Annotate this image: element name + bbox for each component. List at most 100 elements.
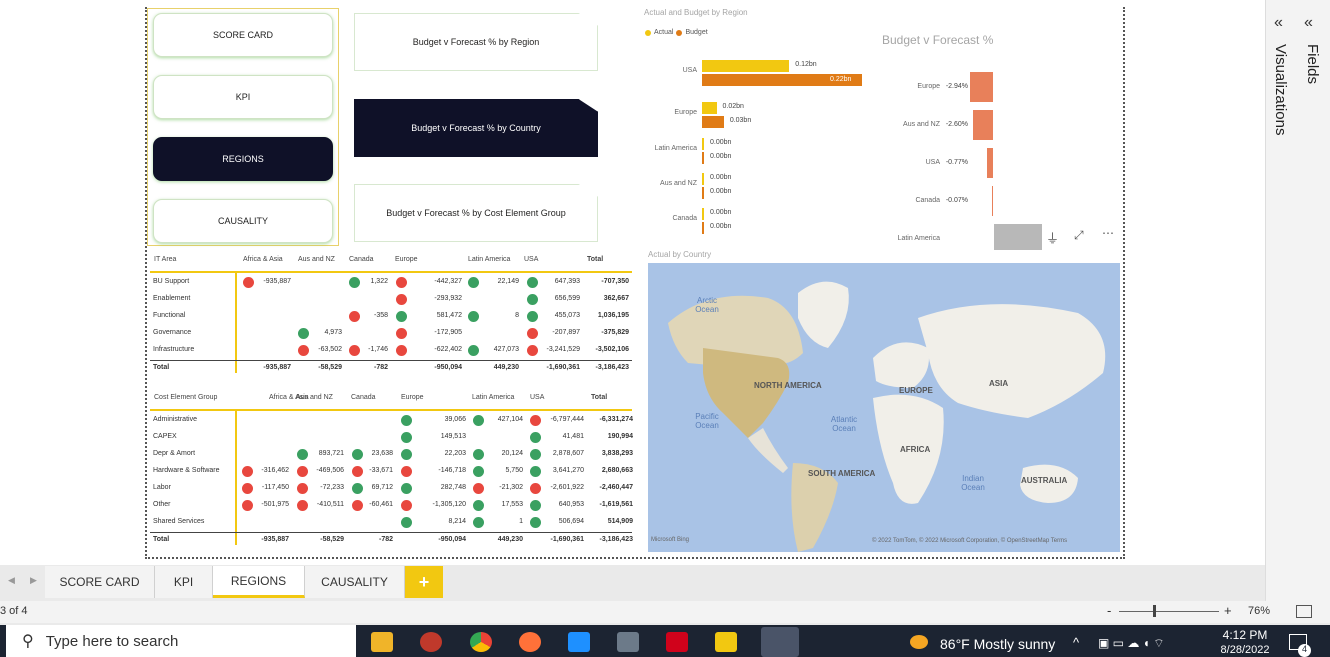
matrix-row[interactable]: Governance 4,973 -172,905 -207,897 -375,829 xyxy=(150,326,632,343)
page-country-button[interactable]: Budget v Forecast % by Country xyxy=(354,99,598,157)
matrix-row[interactable]: Hardware & Software -316,462 -469,506 -33,6… xyxy=(150,464,633,481)
pct-bar[interactable] xyxy=(986,148,993,178)
collapse-visualizations-icon[interactable]: « xyxy=(1274,14,1283,32)
matrix-cell: 449,230 xyxy=(497,536,523,543)
nav-kpi-button[interactable]: KPI xyxy=(153,75,333,119)
budget-bar[interactable] xyxy=(702,116,724,128)
acrobat-icon[interactable] xyxy=(666,632,688,652)
tab-kpi[interactable]: KPI xyxy=(155,566,213,598)
matrix-row[interactable]: Administrative 39,066 427,104 -6,797,444 -6,… xyxy=(150,413,633,430)
visualizations-pane-label[interactable]: Visualizations xyxy=(1272,44,1289,135)
legend-actual-marker xyxy=(645,29,651,36)
matrix-column-header[interactable]: Europe xyxy=(395,256,418,263)
matrix-column-header[interactable]: Latin America xyxy=(468,256,510,263)
tray-chevron-icon[interactable]: ^ xyxy=(1073,635,1079,650)
pct-bar[interactable] xyxy=(972,110,993,140)
matrix-column-header[interactable]: Canada xyxy=(349,256,374,263)
focus-mode-icon[interactable]: ⤢ xyxy=(1074,228,1084,243)
matrix-row[interactable]: BU Support -935,887 1,322 -442,327 22,149 647… xyxy=(150,275,632,292)
matrix-column-header[interactable]: Total xyxy=(587,256,603,263)
tab-regions[interactable]: REGIONS xyxy=(213,566,305,598)
bar-category-label: Latin America xyxy=(654,145,697,152)
matrix-column-header[interactable]: Cost Element Group xyxy=(154,394,217,401)
nav-causality-button[interactable]: CAUSALITY xyxy=(153,199,333,243)
matrix-column-header[interactable]: Latin America xyxy=(472,394,514,401)
cost-element-matrix[interactable]: Cost Element Group Africa & Asia Aus and N… xyxy=(150,391,635,549)
actual-bar[interactable] xyxy=(702,173,704,185)
it-area-matrix[interactable]: IT Area Africa & Asia Aus and NZ Canada Euro… xyxy=(150,253,635,377)
actual-bar[interactable] xyxy=(702,208,704,220)
taskbar-search-box[interactable]: ⚲ Type here to search xyxy=(6,625,356,657)
bar-category-label: Europe xyxy=(674,109,697,116)
matrix-cell: -60,461 xyxy=(369,501,393,508)
filter-icon[interactable]: ⏚ xyxy=(1046,228,1059,247)
matrix-column-header[interactable]: IT Area xyxy=(154,256,176,263)
pct-bar[interactable] xyxy=(992,186,993,216)
tab-scroll-right-icon[interactable]: ▶ xyxy=(30,575,37,586)
matrix-row[interactable]: CAPEX 149,513 41,481 190,994 xyxy=(150,430,633,447)
page-cost-element-button[interactable]: Budget v Forecast % by Cost Element Grou… xyxy=(354,184,598,242)
actual-bar[interactable] xyxy=(702,102,717,114)
matrix-column-header[interactable]: Aus and NZ xyxy=(298,256,335,263)
nav-scorecard-button[interactable]: SCORE CARD xyxy=(153,13,333,57)
clock-time[interactable]: 4:12 PM xyxy=(1218,628,1272,642)
tray-icons[interactable]: ▣ ▭ ☁ ◖ ⌔ xyxy=(1098,636,1165,651)
tab-causality[interactable]: CAUSALITY xyxy=(305,566,405,598)
snipping-tool-icon[interactable] xyxy=(420,632,442,652)
nav-regions-button[interactable]: REGIONS xyxy=(153,137,333,181)
actual-by-country-map[interactable]: Arctic Ocean NORTH AMERICA EUROPE ASIA P… xyxy=(648,263,1120,552)
fit-to-page-icon[interactable] xyxy=(1296,605,1312,618)
matrix-column-header[interactable]: Aus and NZ xyxy=(296,394,333,401)
matrix-column-header[interactable]: Africa & Asia xyxy=(243,256,283,263)
matrix-row-header: Governance xyxy=(153,329,192,336)
more-options-icon[interactable]: ⋯ xyxy=(1102,226,1114,240)
firefox-icon[interactable] xyxy=(519,632,541,652)
matrix-row[interactable]: Infrastructure -63,502 -1,746 -622,402 427,0… xyxy=(150,343,632,360)
actual-budget-bar-chart[interactable]: USA 0.12bn 0.22bn Europe 0.02bn 0.03bn Latin A… xyxy=(640,55,880,235)
map-label-arctic: Arctic Ocean xyxy=(695,296,719,314)
matrix-column-header[interactable]: USA xyxy=(524,256,538,263)
matrix-cell: 449,230 xyxy=(493,364,519,371)
zoom-slider-track[interactable] xyxy=(1119,611,1219,612)
matrix-row[interactable]: Total -935,887 -58,529 -782 -950,094 449,230-… xyxy=(150,360,632,377)
mail-icon[interactable] xyxy=(568,632,590,652)
tab-scorecard[interactable]: SCORE CARD xyxy=(45,566,155,598)
calculator-icon[interactable] xyxy=(617,632,639,652)
matrix-row[interactable]: Total -935,887 -58,529 -782 -950,094 449,230-… xyxy=(150,532,633,549)
budget-bar[interactable] xyxy=(702,222,704,234)
pct-bar[interactable] xyxy=(970,72,993,102)
matrix-column-header[interactable]: USA xyxy=(530,394,544,401)
weather-text[interactable]: 86°F Mostly sunny xyxy=(940,636,1055,652)
matrix-column-header[interactable]: Europe xyxy=(401,394,424,401)
matrix-column-header[interactable]: Canada xyxy=(351,394,376,401)
matrix-row[interactable]: Functional -358 581,472 8 455,073 1,036,195 xyxy=(150,309,632,326)
map-credits[interactable]: © 2022 TomTom, © 2022 Microsoft Corporat… xyxy=(872,538,1067,544)
matrix-row[interactable]: Labor -117,450 -72,233 69,712 282,748 -21,302… xyxy=(150,481,633,498)
actual-bar[interactable] xyxy=(702,60,790,72)
matrix-row[interactable]: Depr & Amort 893,721 23,638 22,203 20,124 2,8… xyxy=(150,447,633,464)
chrome-icon[interactable] xyxy=(470,632,492,652)
budget-bar[interactable] xyxy=(702,152,704,164)
matrix-column-header[interactable]: Total xyxy=(591,394,607,401)
actual-bar[interactable] xyxy=(702,138,704,150)
budget-bar[interactable] xyxy=(702,187,704,199)
page-region-button[interactable]: Budget v Forecast % by Region xyxy=(354,13,598,71)
matrix-cell: 22,149 xyxy=(497,278,519,285)
map-label-north-america: NORTH AMERICA xyxy=(754,381,822,390)
matrix-row[interactable]: Shared Services 8,214 1 506,694 514,909 xyxy=(150,515,633,532)
zoom-out-button[interactable]: - xyxy=(1107,603,1111,618)
zoom-slider-handle[interactable] xyxy=(1153,605,1156,617)
map-label-atlantic: Atlantic Ocean xyxy=(830,415,858,433)
add-page-button[interactable]: + xyxy=(405,566,443,598)
collapse-fields-icon[interactable]: « xyxy=(1304,14,1313,32)
active-app-icon[interactable] xyxy=(761,627,799,657)
matrix-row[interactable]: Other -501,975 -410,511 -60,461 -1,305,120 17… xyxy=(150,498,633,515)
zoom-in-button[interactable]: + xyxy=(1224,603,1232,618)
clock-date[interactable]: 8/28/2022 xyxy=(1214,644,1276,656)
fields-pane-label[interactable]: Fields xyxy=(1304,44,1321,84)
matrix-row[interactable]: Enablement -293,932 656,599 362,667 xyxy=(150,292,632,309)
tab-scroll-left-icon[interactable]: ◀ xyxy=(8,575,15,586)
budget-forecast-pct-chart[interactable]: Europe -2.94% Aus and NZ -2.60% USA -0.77% Can… xyxy=(880,62,1010,247)
power-bi-icon[interactable] xyxy=(715,632,737,652)
file-explorer-icon[interactable] xyxy=(371,632,393,652)
